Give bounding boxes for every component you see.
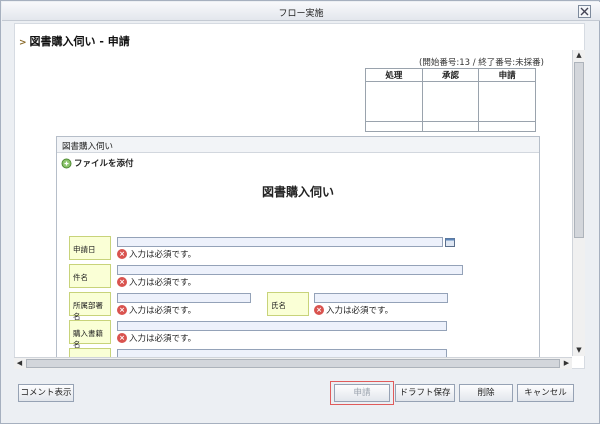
delete-button[interactable]: 削除: [459, 384, 513, 402]
stamp-cell: [365, 81, 423, 122]
scroll-down-icon[interactable]: ▼: [573, 345, 585, 356]
stamp-cell: [421, 121, 480, 132]
content-area: > 図書購入伺い - 申請 (開始番号:13 / 終了番号:未採番) 処理 承認 …: [14, 23, 585, 369]
form-title: 図書購入伺い: [261, 185, 334, 199]
error-icon: ×: [117, 249, 127, 259]
error-icon: ×: [117, 333, 127, 343]
page-title: > 図書購入伺い - 申請: [19, 35, 130, 48]
chevron-right-icon: >: [19, 38, 27, 48]
vertical-scrollbar[interactable]: ▲ ▼: [572, 50, 585, 356]
sequence-info: (開始番号:13 / 終了番号:未採番): [419, 58, 544, 68]
stamp-header-process: 処理: [365, 68, 423, 82]
label-apply-date: 申請日: [69, 236, 111, 260]
stamp-header-apply: 申請: [478, 68, 536, 82]
form-panel: 図書購入伺い ファイルを添付 図書購入伺い 申請日 × 入力は必須です。 件名 ×…: [56, 136, 540, 368]
paperclip-icon: [61, 158, 72, 168]
vertical-scroll-thumb[interactable]: [574, 62, 584, 238]
horizontal-scroll-thumb[interactable]: [26, 359, 560, 368]
error-text: 入力は必須です。: [129, 306, 197, 316]
error-text: 入力は必須です。: [326, 306, 394, 316]
error-book-title: × 入力は必須です。: [117, 332, 196, 344]
stamp-cell: [478, 81, 536, 122]
scroll-right-icon[interactable]: ▶: [561, 358, 572, 369]
calendar-icon[interactable]: [445, 237, 455, 247]
label-book-title: 購入書籍名: [69, 320, 111, 349]
book-title-input[interactable]: [117, 321, 447, 331]
approval-stamp-table: 処理 承認 申請: [365, 68, 536, 132]
error-subject: × 入力は必須です。: [117, 276, 196, 288]
attach-file-link[interactable]: ファイルを添付: [61, 157, 134, 169]
form-tab: 図書購入伺い: [57, 137, 539, 153]
stamp-cell: [365, 121, 423, 132]
error-department: × 入力は必須です。: [117, 304, 196, 316]
error-icon: ×: [117, 277, 127, 287]
draft-save-button[interactable]: ドラフト保存: [395, 384, 455, 402]
stamp-header-approve: 承認: [421, 68, 480, 82]
error-icon: ×: [314, 305, 324, 315]
subject-input[interactable]: [117, 265, 463, 275]
title-bar: フロー実施: [2, 2, 600, 21]
error-text: 入力は必須です。: [129, 334, 197, 344]
label-department: 所属部署名: [69, 292, 111, 321]
attach-file-label: ファイルを添付: [74, 159, 134, 169]
error-text: 入力は必須です。: [129, 278, 197, 288]
stamp-cell: [421, 81, 480, 122]
name-input[interactable]: [314, 293, 448, 303]
error-apply-date: × 入力は必須です。: [117, 248, 196, 260]
error-icon: ×: [117, 305, 127, 315]
comment-button[interactable]: コメント表示: [18, 384, 74, 402]
scroll-left-icon[interactable]: ◀: [14, 358, 25, 369]
stamp-cell: [478, 121, 536, 132]
close-icon[interactable]: [578, 5, 591, 18]
error-name: × 入力は必須です。: [314, 304, 393, 316]
error-text: 入力は必須です。: [129, 250, 197, 260]
scroll-up-icon[interactable]: ▲: [573, 50, 585, 61]
horizontal-scrollbar[interactable]: ◀ ▶: [14, 357, 572, 369]
cancel-button[interactable]: キャンセル: [517, 384, 574, 402]
label-name: 氏名: [267, 292, 309, 316]
flow-dialog: フロー実施 > 図書購入伺い - 申請 (開始番号:13 / 終了番号:未採番) …: [0, 0, 600, 424]
apply-button[interactable]: 申請: [334, 384, 390, 402]
label-subject: 件名: [69, 264, 111, 288]
window-title: フロー実施: [278, 9, 324, 19]
department-input[interactable]: [117, 293, 251, 303]
apply-date-input[interactable]: [117, 237, 443, 247]
